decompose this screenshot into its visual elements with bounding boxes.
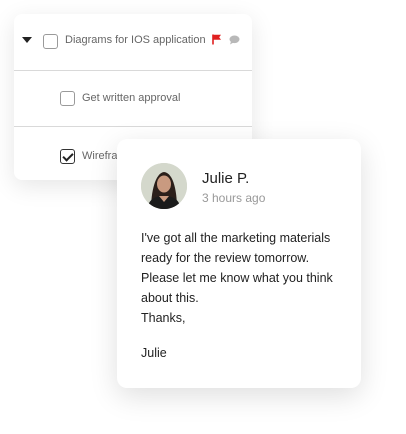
comment-message: I've got all the marketing materials rea… [141,228,351,328]
comment-signature: Julie [141,346,167,360]
message-line: about this. [141,291,199,305]
avatar-image [141,163,187,209]
task-label: Wirefra [82,150,118,162]
task-checkbox[interactable] [43,34,58,49]
comment-card: Julie P. 3 hours ago I've got all the ma… [117,139,361,388]
task-row[interactable]: Get written approval [14,70,252,127]
comment-icon[interactable] [229,35,240,45]
task-label: Get written approval [82,92,181,104]
avatar[interactable] [141,163,187,209]
comment-author: Julie P. [202,170,250,187]
message-line: I've got all the marketing materials [141,231,331,245]
checkmark-icon [62,150,74,162]
task-checkbox[interactable] [60,91,75,106]
message-line: Please let me know what you think [141,271,333,285]
comment-timestamp: 3 hours ago [202,191,266,205]
task-label: Diagrams for IOS application [65,34,206,46]
message-line: ready for the review tomorrow. [141,251,310,265]
message-line: Thanks, [141,311,186,325]
caret-down-icon[interactable] [22,37,32,43]
flag-icon[interactable] [212,34,222,45]
task-checkbox-checked[interactable] [60,149,75,164]
task-row[interactable]: Diagrams for IOS application [14,14,252,70]
